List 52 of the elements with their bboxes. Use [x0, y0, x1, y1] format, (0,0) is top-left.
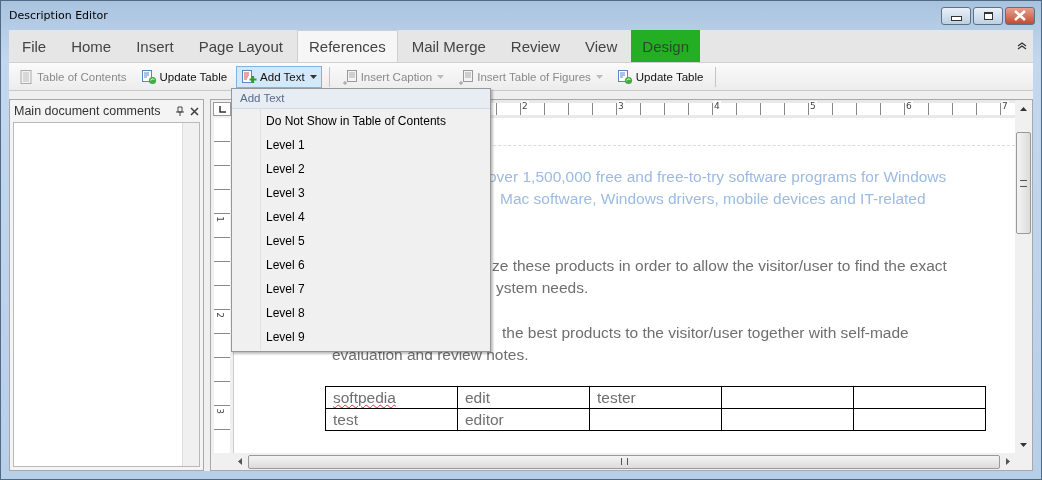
document-text: ystem needs. [496, 279, 589, 297]
document-icon [458, 68, 475, 85]
tab-stop-icon[interactable] [213, 102, 231, 116]
menu-item[interactable]: Level 6 [260, 253, 490, 277]
ribbon-tab[interactable]: Review [499, 30, 572, 62]
table-cell: edit [457, 386, 590, 409]
ribbon-tab[interactable]: References [296, 30, 398, 62]
menu-header: Add Text [232, 89, 490, 109]
window-title: Description Editor [9, 9, 108, 22]
panel-title: Main document comments [14, 104, 162, 118]
pin-icon[interactable] [176, 106, 184, 116]
scroll-up-icon[interactable] [1020, 107, 1027, 111]
table-cell: editor [457, 408, 590, 431]
document-text: the best products to the visitor/user together with self-made [502, 324, 909, 342]
close-icon[interactable] [190, 106, 199, 116]
ribbon-tab[interactable]: Home [60, 30, 123, 62]
menu-item[interactable]: Level 5 [260, 229, 490, 253]
menu-item[interactable]: Level 7 [260, 277, 490, 301]
minimize-button[interactable] [941, 6, 971, 25]
add-text-icon [241, 68, 258, 85]
update-document-icon [140, 68, 157, 85]
menu-item[interactable]: Level 4 [260, 205, 490, 229]
menu-item[interactable]: Level 3 [260, 181, 490, 205]
toolbar-button[interactable]: Update Table [135, 65, 233, 88]
ribbon-tab[interactable]: File [11, 30, 58, 62]
scrollbar[interactable] [182, 123, 199, 466]
close-button[interactable] [1005, 6, 1035, 25]
table-cell: softpedia [325, 386, 458, 409]
toolbar-button[interactable]: Add Text [236, 65, 322, 88]
update-document-icon [616, 68, 633, 85]
menu-item[interactable]: Level 1 [260, 133, 490, 157]
ribbon-tab[interactable]: Page Layout [187, 30, 294, 62]
vertical-ruler[interactable]: 1 2 3 [214, 118, 230, 453]
ribbon-tab[interactable]: View [574, 30, 629, 62]
collapse-ribbon-icon[interactable] [1017, 42, 1027, 50]
document-text: Mac software, Windows drivers, mobile devices and IT-related [500, 190, 926, 208]
scroll-right-icon[interactable] [1006, 458, 1010, 465]
toolbar-button[interactable]: Update Table [611, 65, 709, 88]
table-cell: tester [589, 386, 722, 409]
ribbon-tab[interactable]: Mail Merge [400, 30, 497, 62]
scroll-down-icon[interactable] [1020, 443, 1027, 447]
document-icon [18, 68, 34, 85]
table-cell: test [325, 408, 458, 431]
menu-item[interactable]: Level 2 [260, 157, 490, 181]
menu-item[interactable]: Level 8 [260, 301, 490, 325]
scroll-left-icon[interactable] [238, 458, 242, 465]
maximize-button[interactable] [973, 6, 1003, 25]
close-icon [1013, 10, 1027, 21]
ribbon-tab[interactable]: Insert [125, 30, 185, 62]
menu-item[interactable]: Level 9 [260, 325, 490, 349]
document-text: ze these products in order to allow the visitor/user to find the exact [492, 257, 947, 275]
document-icon [341, 68, 358, 85]
